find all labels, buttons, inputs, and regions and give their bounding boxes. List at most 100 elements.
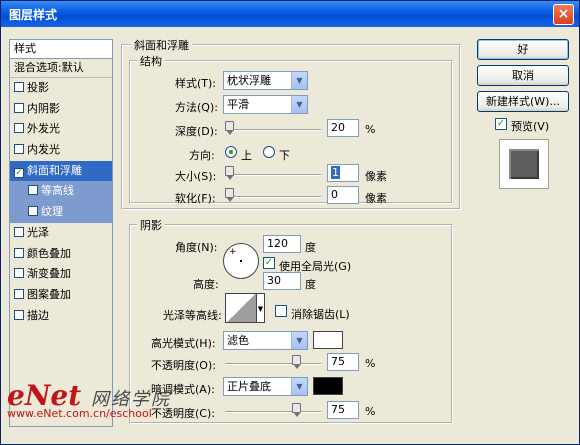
shadow-color-swatch[interactable]: [313, 377, 343, 395]
style-item[interactable]: 等高线: [10, 181, 112, 203]
style-label: 样式(T):: [175, 77, 217, 90]
shadow-opacity-field[interactable]: 75: [327, 401, 359, 419]
soften-slider-thumb[interactable]: [225, 188, 234, 202]
style-item-checkbox[interactable]: [14, 247, 24, 258]
style-item-checkbox[interactable]: [14, 82, 24, 92]
style-item-label: 渐变叠加: [27, 267, 71, 281]
technique-select-value: 平滑: [227, 98, 249, 111]
highlight-color-swatch[interactable]: [313, 331, 343, 349]
style-item-checkbox[interactable]: [14, 309, 24, 320]
preview-checkbox[interactable]: ✓: [495, 118, 507, 130]
new-style-button[interactable]: 新建样式(W)...: [477, 91, 569, 112]
ok-button[interactable]: 好: [477, 39, 569, 60]
style-item-checkbox[interactable]: [28, 206, 38, 217]
title-bar: 图层样式 ×: [1, 1, 579, 27]
antialias-checkbox[interactable]: [275, 305, 287, 317]
shadow-opacity-thumb[interactable]: [292, 403, 301, 417]
style-item[interactable]: 外发光: [10, 119, 112, 140]
depth-field[interactable]: 20: [327, 119, 359, 137]
global-light-checkbox[interactable]: ✓: [263, 257, 275, 269]
style-item-checkbox[interactable]: ✓: [14, 167, 24, 178]
close-button[interactable]: ×: [553, 4, 574, 25]
shading-title: 阴影: [137, 217, 165, 233]
style-item[interactable]: 光泽: [10, 223, 112, 244]
style-item[interactable]: 内发光: [10, 140, 112, 161]
highlight-mode-label: 高光模式(H):: [151, 337, 216, 350]
angle-dial[interactable]: +: [223, 243, 259, 279]
styles-list-header[interactable]: 样式: [10, 40, 112, 59]
style-item[interactable]: ✓ 斜面和浮雕: [10, 160, 112, 182]
style-item[interactable]: 投影: [10, 78, 112, 99]
size-field-value: 1: [331, 166, 340, 179]
shadow-opacity-track[interactable]: [225, 411, 321, 413]
highlight-opacity-unit: %: [365, 357, 376, 370]
style-item-checkbox[interactable]: [14, 102, 24, 113]
direction-down-radio[interactable]: [263, 146, 275, 158]
gloss-contour-preview[interactable]: [225, 293, 257, 323]
highlight-mode-select[interactable]: 滤色 ▼: [223, 331, 308, 350]
style-item-label: 内发光: [27, 143, 60, 157]
size-field[interactable]: 1: [327, 164, 359, 182]
highlight-mode-value: 滤色: [227, 334, 249, 347]
style-item-checkbox[interactable]: [14, 288, 24, 299]
angle-field[interactable]: 120: [263, 235, 301, 253]
style-item-checkbox[interactable]: [14, 123, 24, 134]
shadow-mode-value: 正片叠底: [227, 380, 271, 393]
size-slider-track[interactable]: [225, 174, 321, 176]
style-select[interactable]: 枕状浮雕 ▼: [223, 71, 308, 90]
style-item-label: 外发光: [27, 122, 60, 136]
soften-label: 软化(F):: [175, 192, 216, 205]
style-item-checkbox[interactable]: [14, 144, 24, 155]
style-item[interactable]: 描边: [10, 306, 112, 327]
style-item[interactable]: 纹理: [10, 202, 112, 223]
depth-unit: %: [365, 123, 376, 136]
bevel-emboss-title: 斜面和浮雕: [131, 37, 192, 53]
soften-field[interactable]: 0: [327, 186, 359, 204]
style-item-label: 等高线: [41, 184, 74, 198]
altitude-unit: 度: [305, 278, 316, 291]
angle-unit: 度: [305, 241, 316, 254]
style-item-label: 内阴影: [27, 101, 60, 115]
angle-indicator-icon: +: [229, 247, 237, 257]
size-label: 大小(S):: [175, 170, 217, 183]
depth-slider-thumb[interactable]: [225, 121, 234, 135]
watermark-url: www.eNet.com.cn/eschool: [7, 407, 152, 420]
style-item[interactable]: 内阴影: [10, 99, 112, 120]
direction-down-label: 下: [279, 149, 290, 162]
highlight-opacity-track[interactable]: [225, 363, 321, 365]
chevron-down-icon: ▼: [291, 72, 307, 89]
shadow-mode-select[interactable]: 正片叠底 ▼: [223, 377, 308, 396]
preview-label: 预览(V): [511, 120, 550, 133]
depth-slider-track[interactable]: [225, 129, 321, 131]
highlight-opacity-label: 不透明度(O):: [151, 359, 216, 372]
antialias-label: 消除锯齿(L): [291, 308, 350, 321]
technique-select[interactable]: 平滑 ▼: [223, 95, 308, 114]
altitude-field[interactable]: 30: [263, 272, 301, 290]
highlight-opacity-field[interactable]: 75: [327, 353, 359, 371]
altitude-label: 高度:: [193, 278, 219, 291]
style-item-checkbox[interactable]: [14, 268, 24, 279]
direction-up-radio[interactable]: [225, 146, 237, 158]
window-title: 图层样式: [9, 8, 58, 22]
blending-options-item[interactable]: 混合选项:默认: [10, 59, 112, 78]
size-unit: 像素: [365, 170, 387, 183]
style-item[interactable]: 渐变叠加: [10, 264, 112, 285]
soften-slider-track[interactable]: [225, 196, 321, 198]
style-item-label: 斜面和浮雕: [27, 163, 82, 177]
structure-title: 结构: [137, 53, 165, 69]
cancel-button[interactable]: 取消: [477, 65, 569, 86]
style-item[interactable]: 图案叠加: [10, 285, 112, 306]
highlight-opacity-thumb[interactable]: [292, 355, 301, 369]
shadow-opacity-unit: %: [365, 405, 376, 418]
style-item[interactable]: 颜色叠加: [10, 244, 112, 265]
direction-label: 方向:: [189, 149, 215, 162]
style-item-label: 光泽: [27, 225, 49, 239]
style-item-checkbox[interactable]: [14, 226, 24, 237]
gloss-contour-dropdown[interactable]: ▼: [257, 293, 265, 323]
size-slider-thumb[interactable]: [225, 166, 234, 180]
chevron-down-icon: ▼: [291, 96, 307, 113]
depth-label: 深度(D):: [175, 125, 218, 138]
style-item-checkbox[interactable]: [28, 185, 38, 196]
style-item-label: 图案叠加: [27, 287, 71, 301]
preview-thumbnail: [509, 149, 539, 179]
